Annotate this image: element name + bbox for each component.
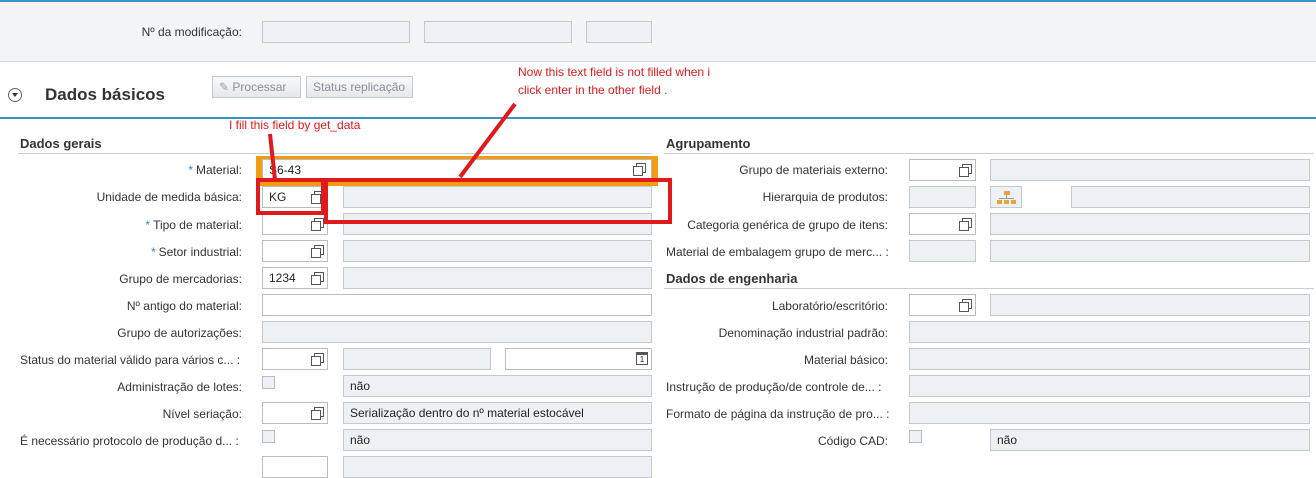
annotation-arrow-top [458, 102, 517, 179]
annotation-arrow-left [268, 133, 277, 181]
annotation-arrows [268, 102, 517, 181]
